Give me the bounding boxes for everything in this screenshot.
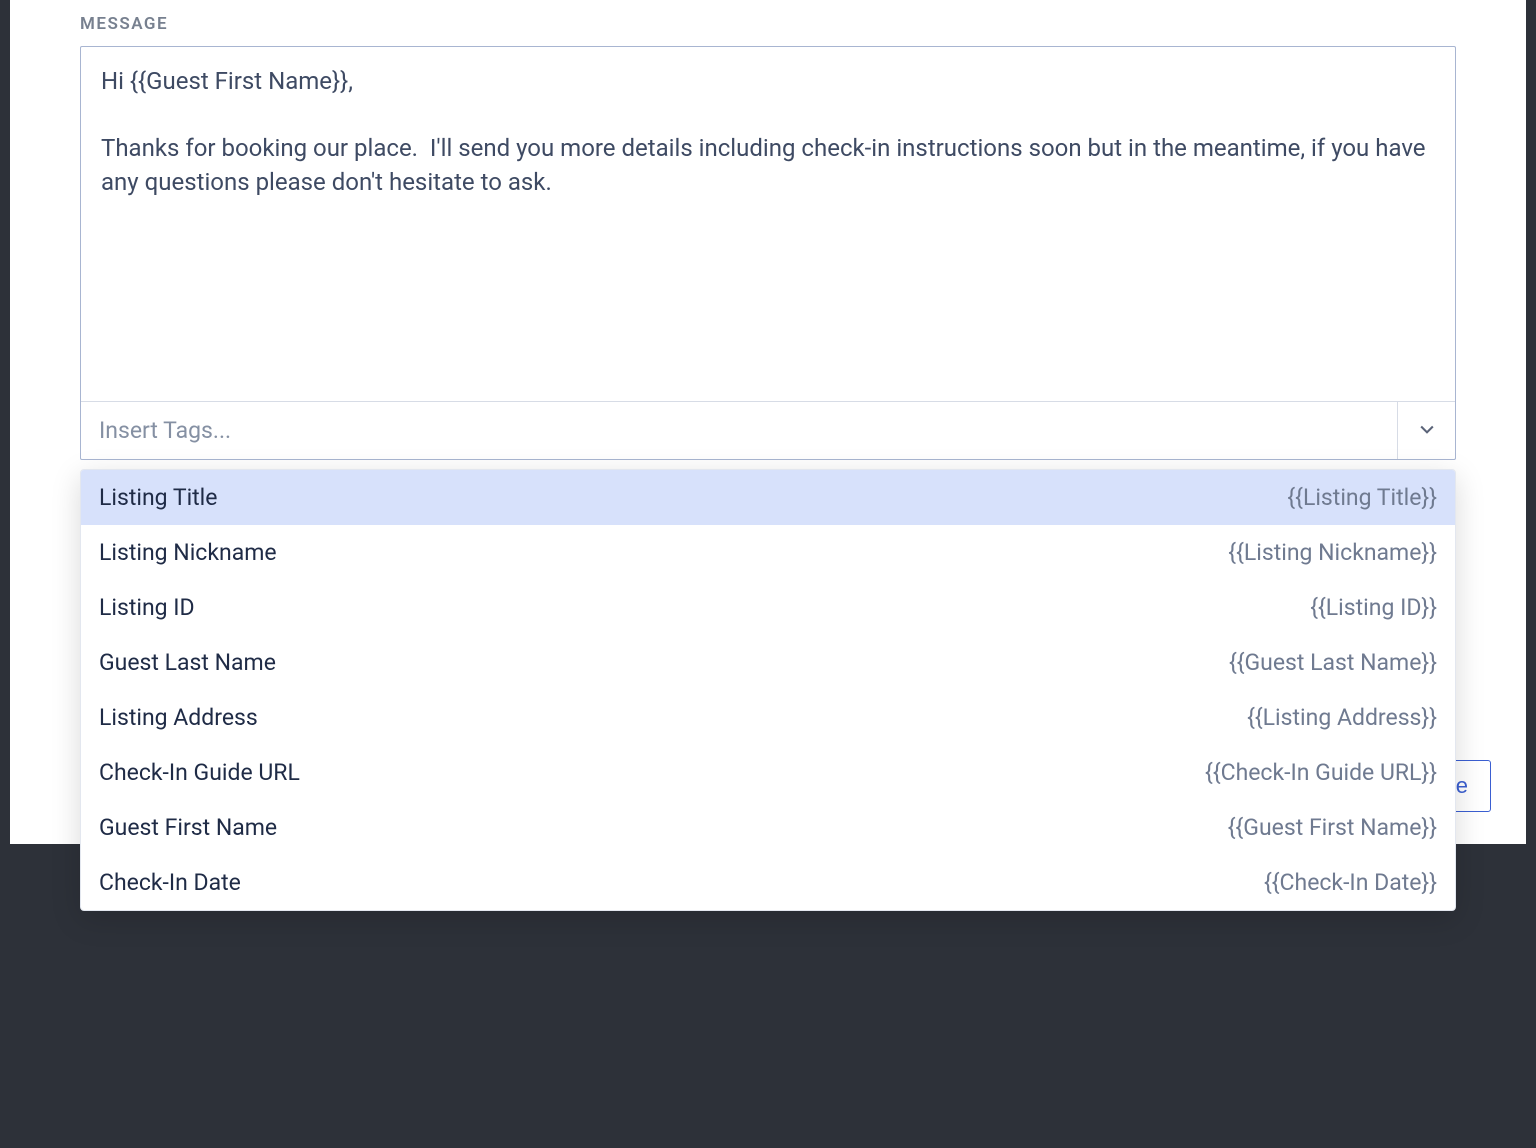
tag-option-token: {{Check-In Date}} (1264, 869, 1437, 896)
tag-option-label: Guest First Name (99, 814, 277, 841)
tag-option-label: Check-In Date (99, 869, 241, 896)
tag-option[interactable]: Check-In Guide URL {{Check-In Guide URL}} (81, 745, 1455, 800)
tag-option[interactable]: Listing ID {{Listing ID}} (81, 580, 1455, 635)
tag-option-label: Guest Last Name (99, 649, 276, 676)
tag-option-token: {{Listing Address}} (1247, 704, 1437, 731)
tag-option-label: Listing Address (99, 704, 258, 731)
tag-option-label: Listing Title (99, 484, 217, 511)
message-textarea[interactable] (81, 47, 1455, 397)
tag-option[interactable]: Listing Address {{Listing Address}} (81, 690, 1455, 745)
tag-option-label: Listing ID (99, 594, 195, 621)
tag-option-token: {{Check-In Guide URL}} (1205, 759, 1437, 786)
tag-option-token: {{Listing Title}} (1287, 484, 1437, 511)
tag-option[interactable]: Guest First Name {{Guest First Name}} (81, 800, 1455, 855)
chevron-down-icon (1417, 419, 1437, 443)
message-box: Insert Tags... (80, 46, 1456, 460)
tag-option[interactable]: Check-In Date {{Check-In Date}} (81, 855, 1455, 910)
message-label: MESSAGE (80, 14, 1456, 34)
insert-tags-dropdown-trigger[interactable]: Insert Tags... (81, 401, 1455, 459)
tag-option[interactable]: Guest Last Name {{Guest Last Name}} (81, 635, 1455, 690)
tag-option-token: {{Listing Nickname}} (1228, 539, 1437, 566)
chevron-down-container (1397, 402, 1455, 459)
tag-option[interactable]: Listing Nickname {{Listing Nickname}} (81, 525, 1455, 580)
content-area: MESSAGE Insert Tags... (10, 0, 1526, 460)
tag-option-token: {{Guest First Name}} (1228, 814, 1437, 841)
tag-option-token: {{Guest Last Name}} (1229, 649, 1437, 676)
insert-tags-placeholder: Insert Tags... (81, 417, 231, 444)
tags-dropdown: Listing Title {{Listing Title}} Listing Ni… (80, 469, 1456, 911)
tag-option-label: Check-In Guide URL (99, 759, 300, 786)
message-editor-modal: MESSAGE Insert Tags... e Listing Title{{… (10, 0, 1526, 844)
tag-option[interactable]: Listing Title {{Listing Title}} (81, 470, 1455, 525)
tag-option-label: Listing Nickname (99, 539, 277, 566)
tag-option-token: {{Listing ID}} (1310, 594, 1437, 621)
